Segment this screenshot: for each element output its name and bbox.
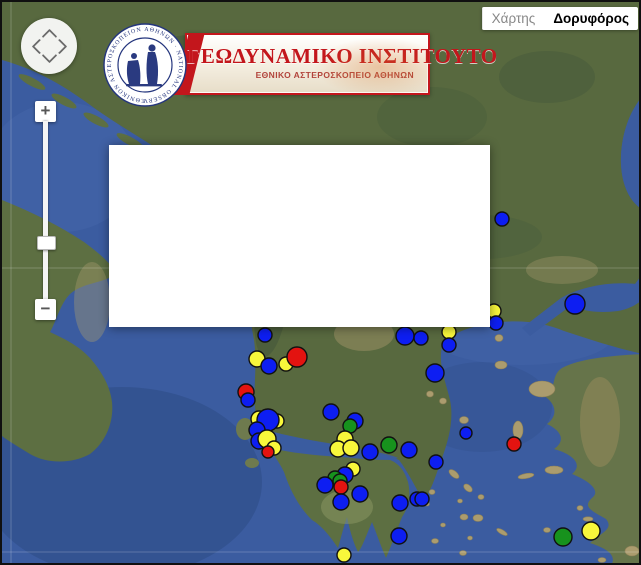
earthquake-marker[interactable] xyxy=(332,493,350,511)
earthquake-marker[interactable] xyxy=(333,479,349,495)
map-type-button-map[interactable]: Χάρτης xyxy=(481,7,545,30)
zoom-in-button[interactable]: + xyxy=(35,101,56,122)
earthquake-marker[interactable] xyxy=(553,527,573,547)
info-window-tail xyxy=(109,145,490,327)
institute-banner: ΓΕΩΔΥΝΑΜΙΚΟ ΙΝΣΤΙΤΟΥΤΟ ΕΘΝΙΚΟ ΑΣΤΕΡΟΣΚΟΠ… xyxy=(185,33,498,95)
earthquake-marker[interactable] xyxy=(351,485,369,503)
earthquake-marker[interactable] xyxy=(260,357,278,375)
earthquake-marker[interactable] xyxy=(425,363,445,383)
earthquake-marker[interactable] xyxy=(395,326,415,346)
map-viewport[interactable]: + − ΓΕΩΔΥΝΑΜΙΚΟ ΙΝΣΤΙΤΟΥΤΟ ΕΘΝΙΚΟ ΑΣΤΕΡΟ… xyxy=(0,0,641,565)
earthquake-marker[interactable] xyxy=(240,392,256,408)
earthquake-marker[interactable] xyxy=(316,476,334,494)
zoom-slider-track[interactable] xyxy=(43,121,48,301)
zoom-out-button[interactable]: − xyxy=(35,299,56,320)
earthquake-marker[interactable] xyxy=(506,436,522,452)
earthquake-marker[interactable] xyxy=(286,346,308,368)
earthquake-marker[interactable] xyxy=(441,324,457,340)
earthquake-marker[interactable] xyxy=(336,547,352,563)
earthquake-marker[interactable] xyxy=(413,330,429,346)
earthquake-marker[interactable] xyxy=(428,454,444,470)
earthquake-marker[interactable] xyxy=(322,403,340,421)
observatory-seal: ΕΘΝΙΚΟΝ ΑΣΤΕΡΟΣΚΟΠΕΙΟΝ ΑΘΗΝΩΝ · NATIONAL… xyxy=(103,23,187,107)
earthquake-marker[interactable] xyxy=(494,211,510,227)
earthquake-marker[interactable] xyxy=(581,521,601,541)
earthquake-marker[interactable] xyxy=(390,527,408,545)
institute-title: ΓΕΩΔΥΝΑΜΙΚΟ ΙΝΣΤΙΤΟΥΤΟ xyxy=(187,44,498,68)
earthquake-marker[interactable] xyxy=(400,441,418,459)
earthquake-marker[interactable] xyxy=(414,491,430,507)
earthquake-marker[interactable] xyxy=(380,436,398,454)
institute-subtitle: ΕΘΝΙΚΟ ΑΣΤΕΡΟΣΚΟΠΕΙΟ ΑΘΗΝΩΝ xyxy=(255,70,414,80)
earthquake-marker[interactable] xyxy=(261,445,275,459)
map-type-switcher: Χάρτης Δορυφόρος xyxy=(481,7,638,30)
earthquake-marker[interactable] xyxy=(459,426,473,440)
earthquake-marker[interactable] xyxy=(342,439,360,457)
earthquake-marker[interactable] xyxy=(257,327,273,343)
pan-control[interactable] xyxy=(21,18,77,74)
earthquake-marker[interactable] xyxy=(361,443,379,461)
earthquake-marker[interactable] xyxy=(391,494,409,512)
earthquake-marker[interactable] xyxy=(488,315,504,331)
map-type-button-satellite[interactable]: Δορυφόρος xyxy=(544,7,638,30)
earthquake-marker[interactable] xyxy=(441,337,457,353)
earthquake-marker[interactable] xyxy=(564,293,586,315)
zoom-slider-handle[interactable] xyxy=(37,236,56,250)
